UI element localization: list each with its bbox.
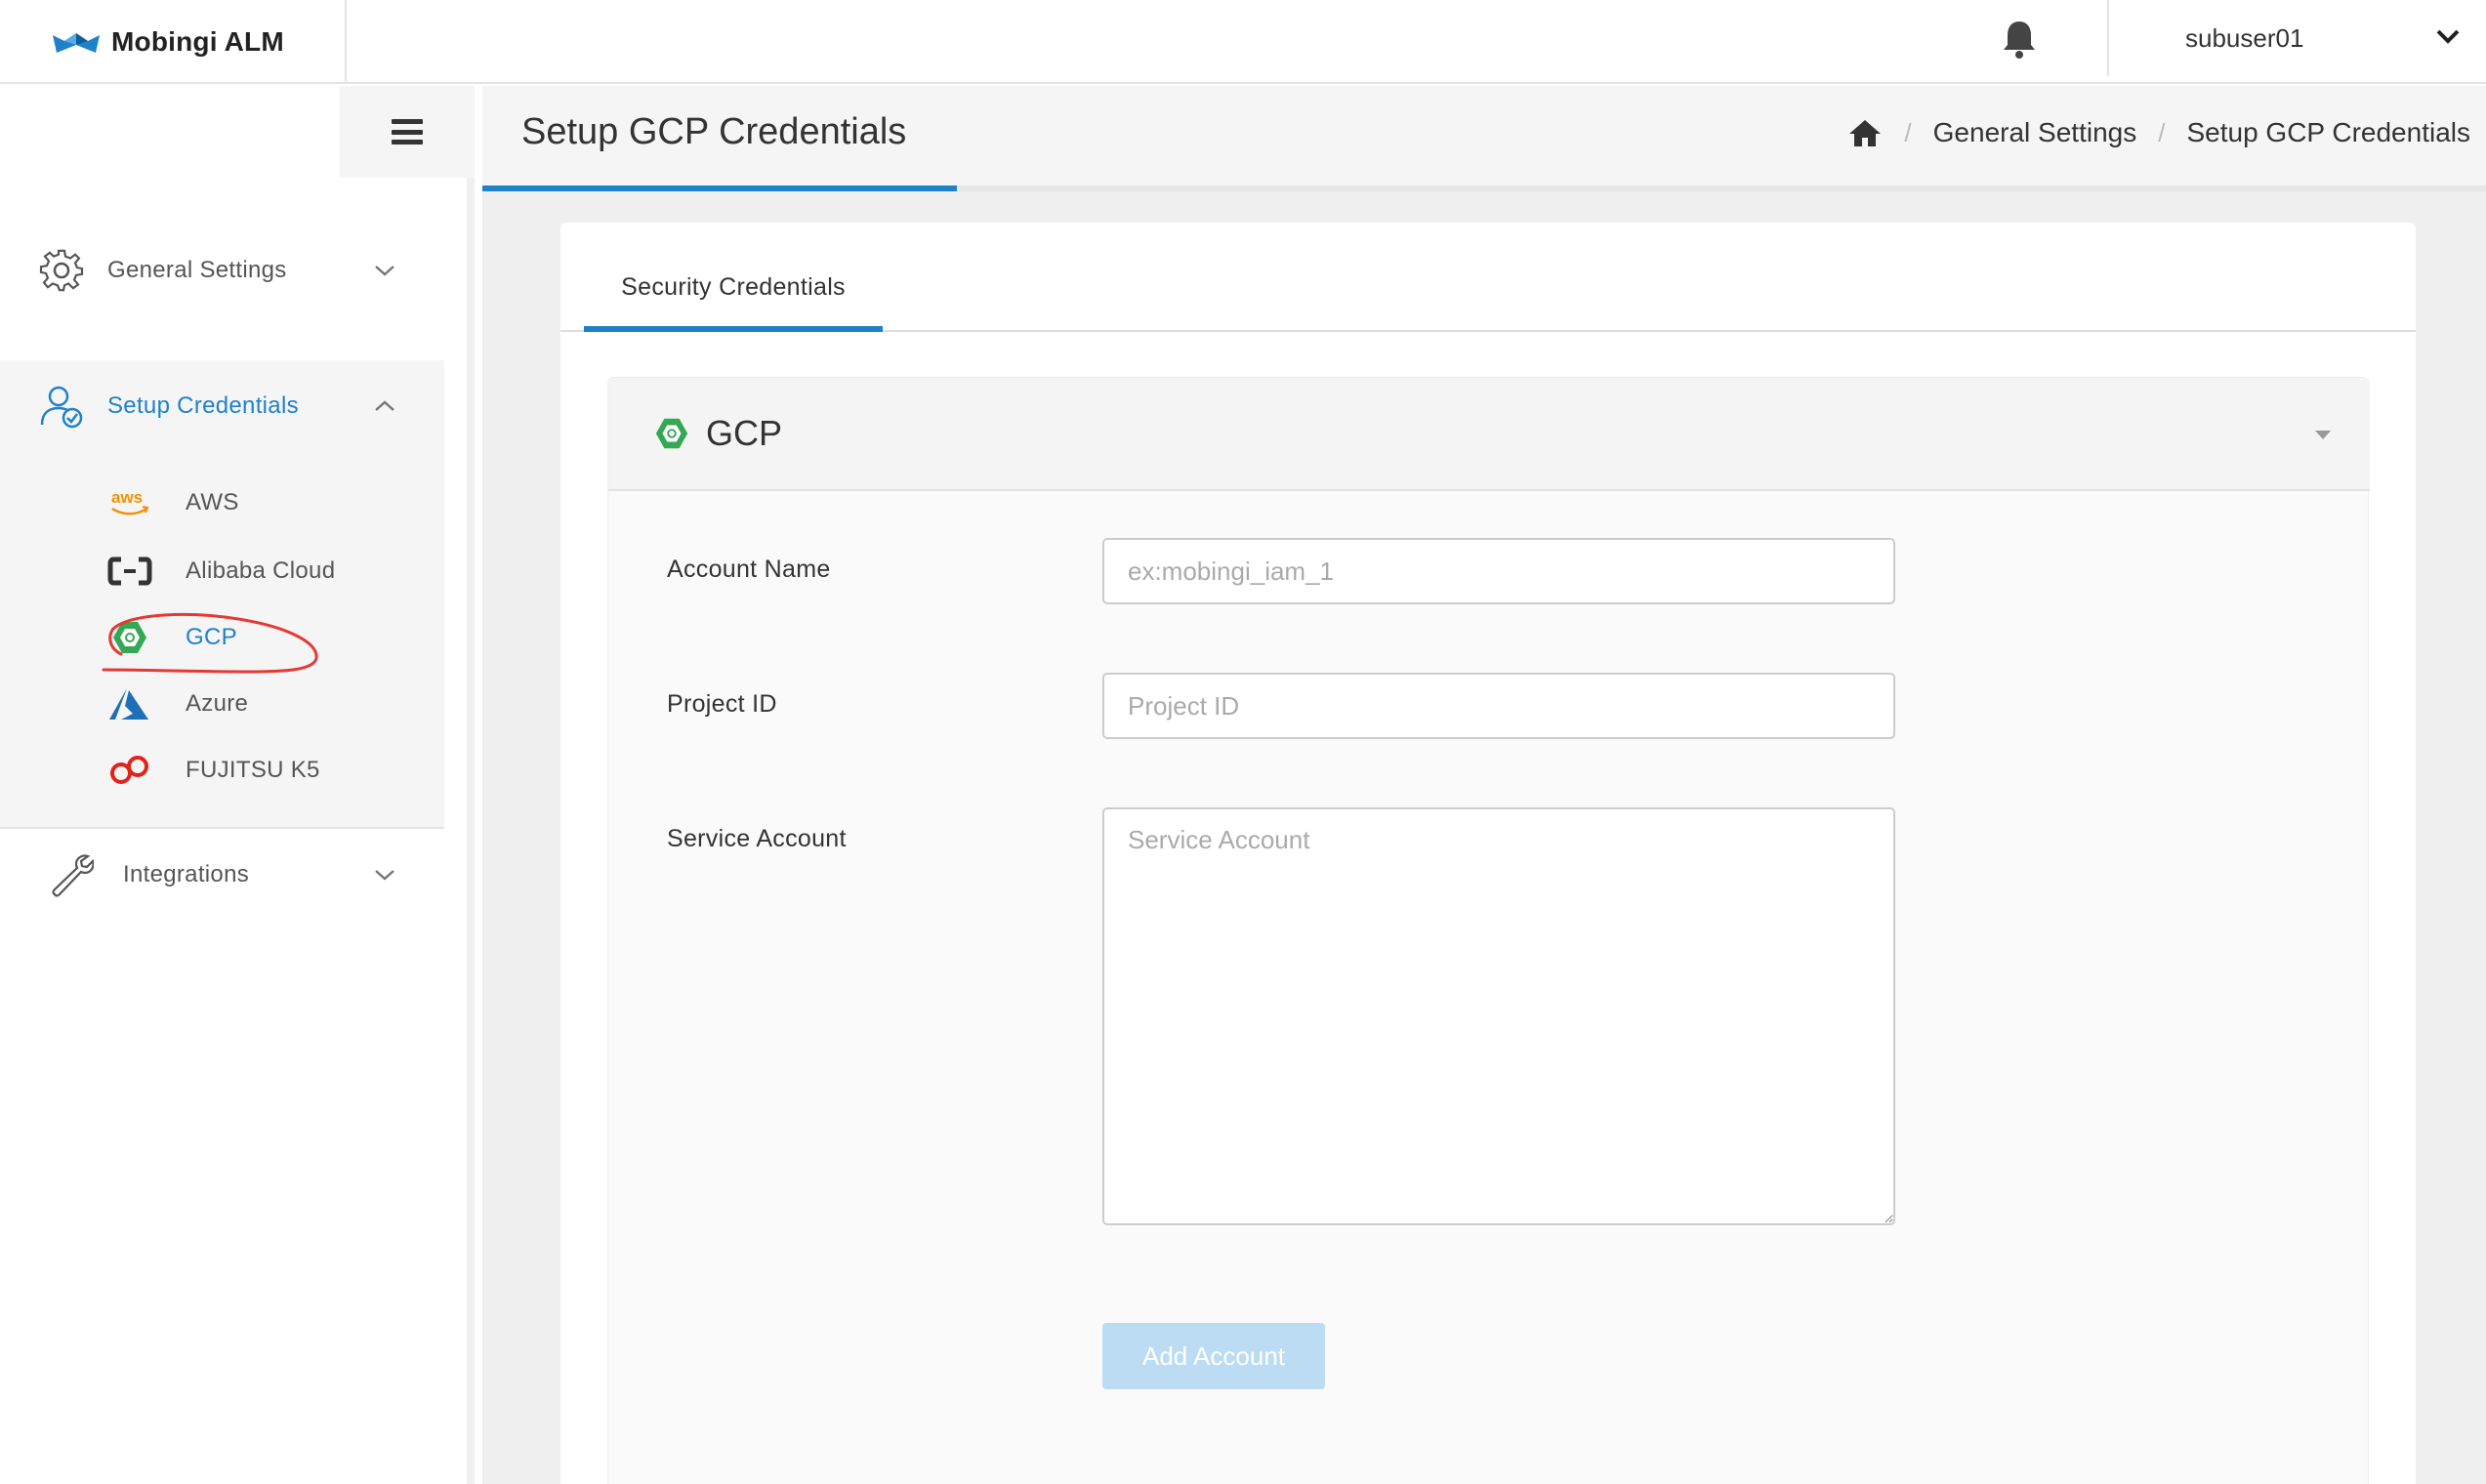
chevron-down-icon — [375, 266, 394, 276]
sidebar-item-general-settings[interactable]: General Settings — [0, 226, 444, 315]
account-name-label: Account Name — [667, 556, 831, 583]
user-separator — [2107, 0, 2109, 76]
sidebar-subitem-label: Alibaba Cloud — [186, 557, 336, 584]
account-name-input[interactable] — [1102, 538, 1895, 604]
chevron-up-icon — [375, 400, 394, 411]
breadcrumb-item-current: Setup GCP Credentials — [2186, 117, 2470, 147]
project-id-label: Project ID — [667, 690, 777, 718]
breadcrumb: / General Settings / Setup GCP Credentia… — [1847, 117, 2470, 148]
sidebar-subitem-label: FUJITSU K5 — [186, 757, 320, 783]
fujitsu-k5-logo-icon — [107, 751, 152, 790]
breadcrumb-separator: / — [2158, 117, 2166, 147]
page-title: Setup GCP Credentials — [521, 111, 907, 152]
app-name: Mobingi ALM — [111, 26, 284, 57]
sidebar-subitem-azure[interactable]: Azure — [0, 675, 444, 733]
sidebar-item-integrations[interactable]: Integrations — [0, 830, 444, 920]
page-header: Setup GCP Credentials / General Settings… — [482, 86, 2486, 191]
gcp-panel-header[interactable]: GCP — [608, 378, 2370, 491]
sidebar-item-label: Integrations — [123, 861, 250, 887]
svg-text:aws: aws — [111, 488, 143, 507]
page-header-accent — [482, 186, 957, 191]
main-content: Setup GCP Credentials / General Settings… — [482, 86, 2486, 1484]
gcp-panel: GCP Account Name Project ID Service Acco… — [607, 377, 2370, 1484]
service-account-textarea[interactable] — [1102, 807, 1895, 1225]
breadcrumb-item-general-settings[interactable]: General Settings — [1933, 117, 2137, 148]
sidebar-item-setup-credentials[interactable]: Setup Credentials — [0, 360, 444, 452]
sidebar-subitem-alibaba-cloud[interactable]: Alibaba Cloud — [0, 542, 444, 600]
breadcrumb-separator: / — [1904, 117, 1912, 147]
gcp-logo-icon — [655, 418, 688, 449]
panel-title: GCP — [706, 413, 783, 453]
sidebar: General Settings Setup Credentials aws A… — [0, 86, 475, 1484]
azure-logo-icon — [107, 684, 152, 723]
user-check-icon — [40, 386, 83, 429]
bell-icon[interactable] — [2000, 18, 2039, 61]
home-icon[interactable] — [1847, 117, 1883, 148]
service-account-label: Service Account — [667, 825, 847, 852]
wrench-icon — [52, 854, 94, 897]
sidebar-toggle-button[interactable] — [340, 86, 475, 178]
alibaba-cloud-logo-icon — [107, 552, 152, 591]
gear-icon — [39, 249, 84, 292]
username[interactable]: subuser01 — [2185, 23, 2303, 54]
credentials-card: Security Credentials GCP Account Name Pr… — [560, 223, 2416, 1484]
chevron-down-icon — [375, 870, 394, 881]
add-account-button[interactable]: Add Account — [1102, 1323, 1325, 1389]
sidebar-divider — [0, 827, 444, 829]
sidebar-subitem-label: Azure — [186, 690, 249, 717]
tab-security-credentials[interactable]: Security Credentials — [584, 262, 883, 332]
top-bar: Mobingi ALM subuser01 — [0, 0, 2486, 84]
red-highlight-annotation — [102, 612, 318, 674]
hamburger-icon — [392, 119, 423, 144]
chevron-down-icon[interactable] — [2433, 25, 2463, 47]
sidebar-subitem-label: AWS — [186, 489, 239, 515]
sidebar-subitem-fujitsu-k5[interactable]: FUJITSU K5 — [0, 741, 444, 800]
caret-down-icon[interactable] — [2313, 429, 2333, 440]
tab-bar: Security Credentials — [560, 223, 2416, 332]
sidebar-item-label: General Settings — [107, 257, 287, 283]
project-id-input[interactable] — [1102, 673, 1895, 739]
aws-logo-icon: aws — [107, 483, 152, 522]
sidebar-item-label: Setup Credentials — [107, 392, 299, 419]
sidebar-subitem-aws[interactable]: aws AWS — [0, 474, 444, 532]
brand[interactable]: Mobingi ALM — [0, 0, 347, 84]
mobingi-logo-icon — [53, 33, 100, 53]
